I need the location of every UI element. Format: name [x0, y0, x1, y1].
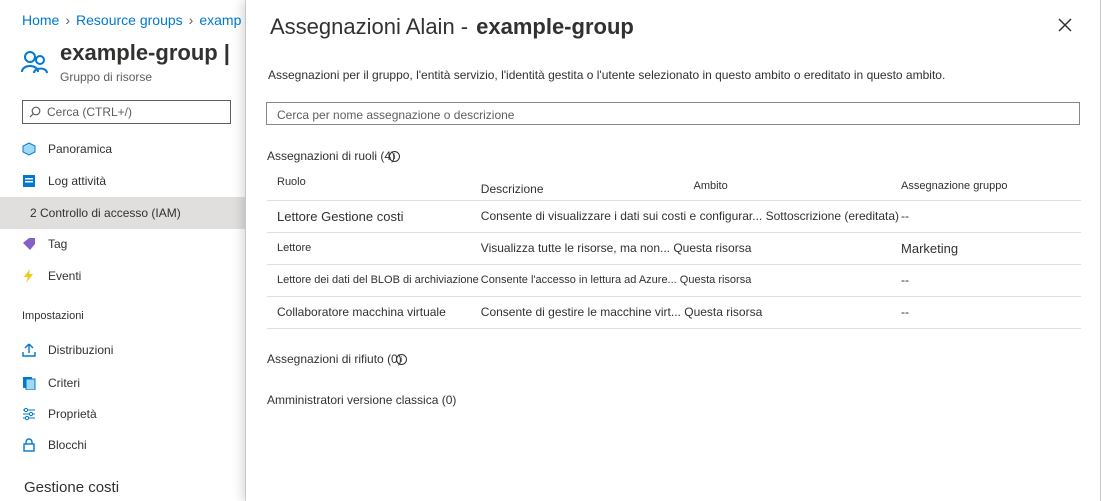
nav-item-label: Panoramica: [48, 142, 113, 156]
deny-assignments-label: Assegnazioni di rifiuto (0): [267, 352, 402, 366]
lightning-icon: [22, 269, 36, 283]
resource-title: example-group |: [60, 40, 230, 65]
nav-item-label: Tag: [48, 237, 68, 251]
role-scope: Sottoscrizione (ereditata): [765, 209, 900, 223]
nav-search-placeholder: Cerca (CTRL+/): [47, 105, 133, 119]
table-row[interactable]: Lettore dei dati del BLOB di archiviazio…: [267, 264, 1081, 297]
nav-item-label: Log attività: [48, 174, 107, 188]
settings-section-header: Impostazioni: [22, 310, 84, 322]
role-description-scope: Consente l'accesso in lettura ad Azure..…: [479, 264, 901, 297]
nav-item-label: Criteri: [48, 376, 80, 390]
nav-item-tag[interactable]: Tag: [0, 228, 245, 260]
info-icon[interactable]: i: [395, 354, 407, 366]
role-scope: Questa risorsa: [679, 274, 752, 286]
classic-admins-header: Amministratori versione classica (0): [267, 393, 456, 407]
role-group: --: [900, 264, 1081, 297]
role-link[interactable]: Collaboratore macchina virtuale: [267, 296, 480, 329]
nav-item-panoramica[interactable]: Panoramica: [0, 133, 245, 165]
nav-item-label: Blocchi: [48, 438, 87, 452]
role-description: Consente di gestire le macchine virt...: [480, 305, 681, 319]
table-header-row: Ruolo Descrizione Ambito Assegnazione gr…: [267, 170, 1081, 201]
chevron-right-icon: ›: [188, 12, 194, 28]
table-row[interactable]: Collaboratore macchina virtuale Consente…: [267, 296, 1081, 329]
role-description: Consente di visualizzare i dati sui cost…: [480, 209, 763, 223]
breadcrumb: Home › Resource groups › examp: [22, 12, 241, 28]
role-group: --: [900, 296, 1081, 329]
column-header-role[interactable]: Ruolo: [267, 170, 480, 201]
nav-search-input[interactable]: Cerca (CTRL+/): [22, 100, 231, 124]
role-group: --: [900, 200, 1081, 233]
nav-item-iam[interactable]: 2 Controllo di accesso (IAM): [0, 197, 245, 229]
role-description: Consente l'accesso in lettura ad Azure..…: [480, 274, 677, 286]
table-row[interactable]: Lettore Gestione costi Consente di visua…: [267, 200, 1081, 233]
info-icon[interactable]: i: [389, 151, 401, 163]
role-link[interactable]: Lettore Gestione costi: [267, 200, 480, 233]
role-scope: Questa risorsa: [673, 241, 752, 255]
role-description-scope: Consente di visualizzare i dati sui cost…: [479, 200, 901, 233]
role-assignments-label: Assegnazioni di ruoli (4): [267, 149, 396, 163]
assignment-search-placeholder: Cerca per nome assegnazione o descrizion…: [277, 108, 515, 122]
panel-title-resource: example-group: [476, 14, 634, 39]
role-link[interactable]: Lettore: [267, 232, 480, 265]
role-assignments-header: Assegnazioni di ruoli (4)i: [267, 149, 401, 163]
role-assignments-table: Ruolo Descrizione Ambito Assegnazione gr…: [267, 170, 1081, 329]
cost-section-header: Gestione costi: [24, 479, 120, 496]
search-icon: [29, 106, 41, 118]
nav-item-proprieta[interactable]: Proprietà: [0, 398, 245, 430]
role-description: Visualizza tutte le risorse, ma non...: [480, 241, 670, 255]
panel-title: Assegnazioni Alain - example-group: [270, 14, 634, 40]
nav-item-label: 2 Controllo di accesso (IAM): [30, 206, 181, 220]
cube-icon: [22, 142, 36, 156]
resource-blade: Home › Resource groups › examp example-group…: [0, 0, 246, 501]
resource-group-icon: [21, 51, 48, 74]
close-icon[interactable]: [1056, 16, 1074, 34]
breadcrumb-resource-groups[interactable]: Resource groups: [76, 12, 183, 28]
role-group-link[interactable]: Marketing: [900, 232, 1081, 265]
panel-description: Assegnazioni per il gruppo, l'entità ser…: [268, 68, 946, 82]
column-header-scope[interactable]: Ambito: [692, 170, 901, 201]
lock-icon: [22, 438, 36, 452]
nav-item-label: Proprietà: [48, 407, 97, 421]
table-row[interactable]: Lettore Visualizza tutte le risorse, ma …: [267, 232, 1081, 265]
policy-icon: [22, 376, 36, 391]
sliders-icon: [22, 407, 36, 421]
panel-title-prefix: Assegnazioni Alain -: [270, 14, 469, 39]
role-description-scope: Consente di gestire le macchine virt... …: [479, 296, 901, 329]
role-scope: Questa risorsa: [684, 305, 763, 319]
breadcrumb-home[interactable]: Home: [22, 12, 59, 28]
deny-assignments-header: Assegnazioni di rifiuto (0)i: [267, 352, 407, 366]
breadcrumb-current[interactable]: examp: [199, 12, 241, 28]
nav-item-distribuzioni[interactable]: Distribuzioni: [0, 334, 245, 366]
chevron-right-icon: ›: [65, 12, 71, 28]
nav-item-label: Distribuzioni: [48, 343, 114, 357]
nav-item-eventi[interactable]: Eventi: [0, 260, 245, 292]
assignment-search-input[interactable]: Cerca per nome assegnazione o descrizion…: [266, 102, 1080, 125]
log-icon: [22, 174, 36, 188]
upload-icon: [22, 343, 36, 357]
nav-item-log-attivita[interactable]: Log attività: [0, 165, 245, 197]
column-header-description[interactable]: Descrizione: [479, 170, 693, 201]
assignments-panel: Assegnazioni Alain - example-group Assegn…: [246, 0, 1101, 501]
role-link[interactable]: Lettore dei dati del BLOB di archiviazio…: [267, 264, 480, 297]
column-header-group[interactable]: Assegnazione gruppo: [900, 170, 1081, 201]
resource-subtitle: Gruppo di risorse: [60, 70, 153, 84]
nav-item-criteri[interactable]: Criteri: [0, 367, 245, 399]
nav-item-label: Eventi: [48, 269, 82, 283]
tag-icon: [22, 237, 36, 251]
nav-item-blocchi[interactable]: Blocchi: [0, 429, 245, 461]
role-description-scope: Visualizza tutte le risorse, ma non... Q…: [479, 232, 901, 265]
classic-admins-label: Amministratori versione classica (0): [267, 393, 457, 407]
